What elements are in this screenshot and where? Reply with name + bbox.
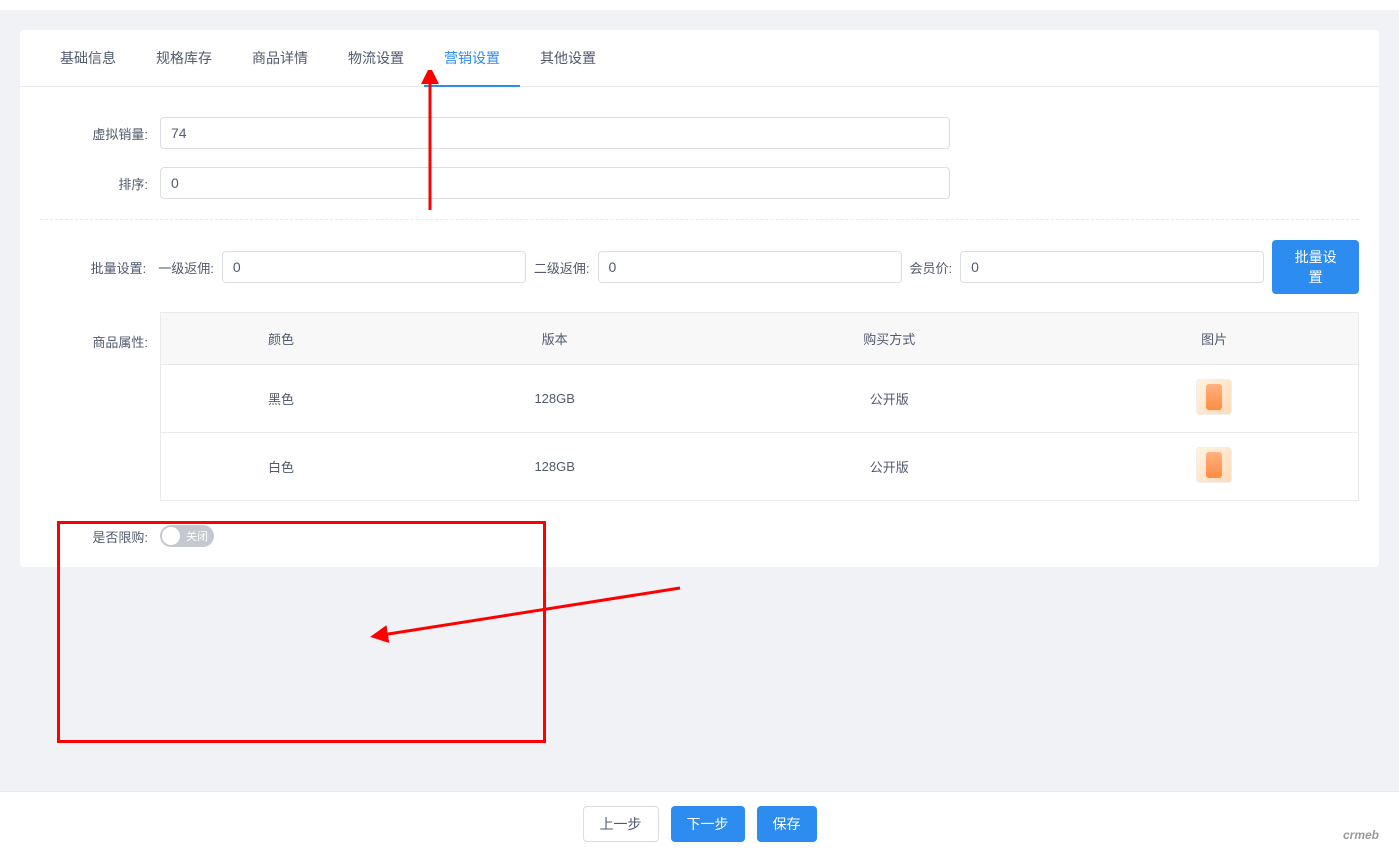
cell-version: 128GB <box>401 365 708 433</box>
product-image-icon[interactable] <box>1196 379 1232 415</box>
cell-version: 128GB <box>401 433 708 501</box>
divider <box>40 219 1359 220</box>
tab-marketing[interactable]: 营销设置 <box>424 30 520 86</box>
cell-method: 公开版 <box>708 365 1070 433</box>
level1-rebate-input[interactable] <box>222 251 526 283</box>
sort-label: 排序: <box>40 174 160 193</box>
annotation-arrow-icon <box>370 580 690 650</box>
table-header-image: 图片 <box>1070 313 1358 365</box>
sort-input[interactable] <box>160 167 950 199</box>
prev-step-button[interactable]: 上一步 <box>583 806 659 842</box>
virtual-sales-input[interactable] <box>160 117 950 149</box>
member-price-label: 会员价: <box>910 258 953 277</box>
sort-row: 排序: <box>40 167 1359 199</box>
limit-purchase-label: 是否限购: <box>40 527 160 546</box>
tab-spec-stock[interactable]: 规格库存 <box>136 30 232 86</box>
table-header-method: 购买方式 <box>708 313 1070 365</box>
switch-text: 关闭 <box>186 528 208 544</box>
cell-method: 公开版 <box>708 433 1070 501</box>
cell-color: 白色 <box>161 433 402 501</box>
level2-rebate-label: 二级返佣: <box>534 258 590 277</box>
footer-logo: crmeb <box>1343 828 1379 842</box>
limit-purchase-switch[interactable]: 关闭 <box>160 525 214 547</box>
product-attr-table: 颜色 版本 购买方式 图片 黑色 128GB 公开版 <box>160 312 1359 501</box>
cell-color: 黑色 <box>161 365 402 433</box>
main-card: 基础信息 规格库存 商品详情 物流设置 营销设置 其他设置 虚拟销量: 排序: … <box>20 30 1379 567</box>
level2-rebate-input[interactable] <box>598 251 902 283</box>
footer-bar: 上一步 下一步 保存 crmeb <box>0 791 1399 856</box>
tab-logistics[interactable]: 物流设置 <box>328 30 424 86</box>
product-attr-label: 商品属性: <box>40 312 160 351</box>
tab-basic-info[interactable]: 基础信息 <box>40 30 136 86</box>
table-header-color: 颜色 <box>161 313 402 365</box>
table-row: 黑色 128GB 公开版 <box>161 365 1359 433</box>
header-bar <box>0 0 1399 10</box>
save-button[interactable]: 保存 <box>757 806 817 842</box>
tab-other[interactable]: 其他设置 <box>520 30 616 86</box>
virtual-sales-label: 虚拟销量: <box>40 124 160 143</box>
limit-purchase-row: 是否限购: 关闭 <box>40 525 1359 547</box>
cell-image <box>1070 365 1358 433</box>
virtual-sales-row: 虚拟销量: <box>40 117 1359 149</box>
batch-set-button[interactable]: 批量设置 <box>1272 240 1359 294</box>
member-price-input[interactable] <box>960 251 1264 283</box>
switch-knob-icon <box>162 527 180 545</box>
batch-label: 批量设置: <box>40 258 158 277</box>
form-area: 虚拟销量: 排序: 批量设置: 一级返佣: 二级返佣: 会员价: 批量设置 <box>20 87 1379 567</box>
batch-settings-row: 批量设置: 一级返佣: 二级返佣: 会员价: 批量设置 <box>40 240 1359 294</box>
batch-group: 一级返佣: 二级返佣: 会员价: 批量设置 <box>158 240 1359 294</box>
product-image-icon[interactable] <box>1196 447 1232 483</box>
level1-rebate-label: 一级返佣: <box>158 258 214 277</box>
tab-product-detail[interactable]: 商品详情 <box>232 30 328 86</box>
cell-image <box>1070 433 1358 501</box>
tabs: 基础信息 规格库存 商品详情 物流设置 营销设置 其他设置 <box>20 30 1379 87</box>
table-header-version: 版本 <box>401 313 708 365</box>
product-attr-row: 商品属性: 颜色 版本 购买方式 图片 黑色 128GB <box>40 312 1359 501</box>
table-row: 白色 128GB 公开版 <box>161 433 1359 501</box>
next-step-button[interactable]: 下一步 <box>671 806 745 842</box>
